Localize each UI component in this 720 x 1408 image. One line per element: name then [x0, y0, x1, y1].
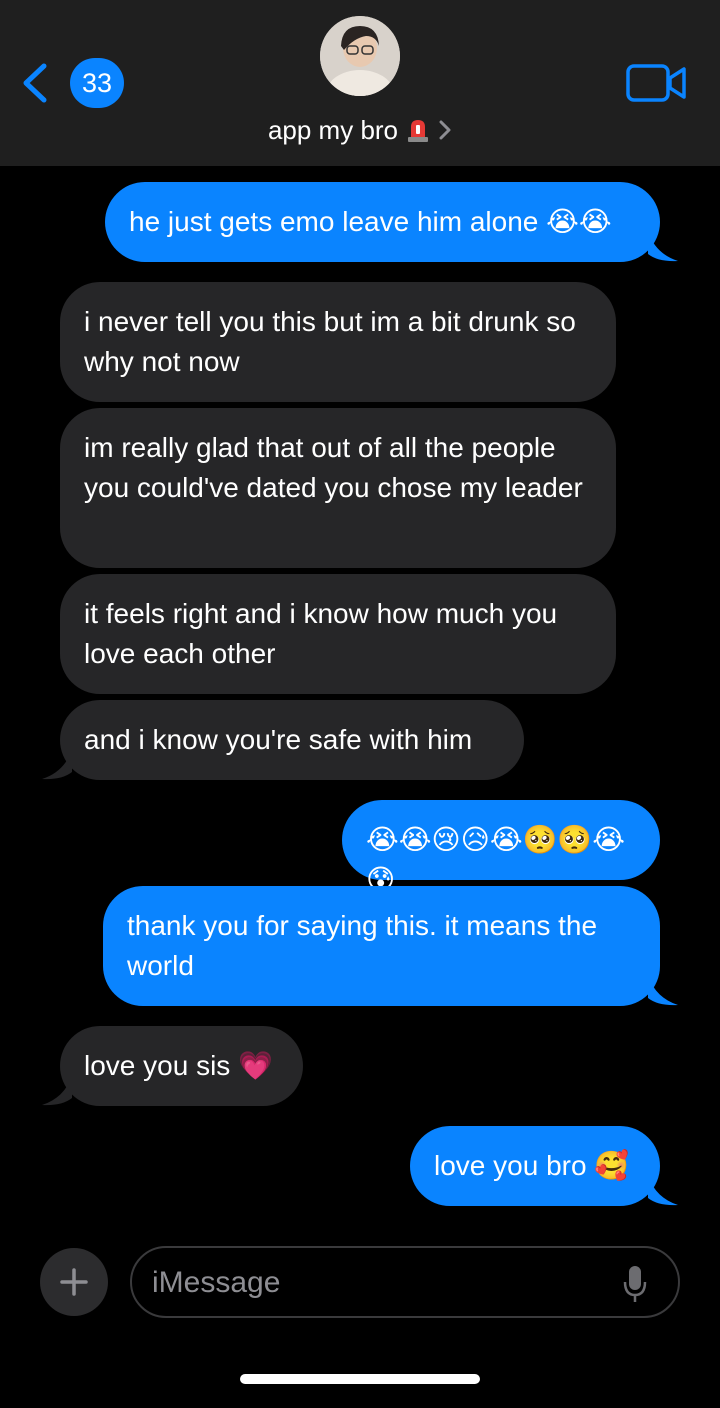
message-bubble-received[interactable]: love you sis 💗	[60, 1026, 303, 1106]
message-bubble-sent[interactable]: love you bro 🥰	[410, 1126, 660, 1206]
message-input[interactable]: iMessage	[130, 1246, 680, 1318]
bubble-tail	[648, 1176, 678, 1206]
chevron-right-icon	[439, 120, 451, 140]
contact-avatar[interactable]	[320, 16, 400, 96]
plus-icon	[60, 1268, 88, 1296]
chevron-left-icon	[23, 63, 47, 103]
message-text: 😭😭😢😥😭🥺🥺😭😰	[366, 824, 625, 895]
message-bubble-sent[interactable]: thank you for saying this. it means the …	[103, 886, 660, 1006]
home-indicator[interactable]	[240, 1374, 480, 1384]
message-bubble-sent[interactable]: 😭😭😢😥😭🥺🥺😭😰	[342, 800, 660, 895]
avatar-photo	[320, 16, 400, 96]
contact-name-button[interactable]: app my bro	[0, 110, 720, 150]
microphone-icon[interactable]	[622, 1264, 648, 1304]
message-bubble-received[interactable]: and i know you're safe with him	[60, 700, 524, 780]
message-text: he just gets emo leave him alone 😭😭	[129, 206, 612, 237]
siren-icon	[408, 120, 429, 142]
bubble-tail	[42, 1076, 72, 1106]
video-call-icon[interactable]	[626, 64, 688, 102]
message-text: and i know you're safe with him	[84, 724, 473, 755]
message-text: i never tell you this but im a bit drunk…	[84, 306, 576, 377]
message-text: im really glad that out of all the peopl…	[84, 432, 583, 503]
back-button[interactable]: 33	[20, 58, 124, 108]
message-bubble-sent[interactable]: he just gets emo leave him alone 😭😭	[105, 182, 660, 262]
message-bubble-received[interactable]: it feels right and i know how much you l…	[60, 574, 616, 694]
message-text: love you sis 💗	[84, 1050, 273, 1081]
message-input-placeholder: iMessage	[152, 1266, 281, 1299]
bubble-tail	[42, 750, 72, 780]
bubble-tail	[648, 976, 678, 1006]
message-text: love you bro 🥰	[434, 1150, 630, 1181]
conversation-header: 33 app my bro	[0, 0, 720, 166]
message-bubble-received[interactable]: im really glad that out of all the peopl…	[60, 408, 616, 568]
message-bubble-received[interactable]: i never tell you this but im a bit drunk…	[60, 282, 616, 402]
message-text: it feels right and i know how much you l…	[84, 598, 558, 669]
message-text: thank you for saying this. it means the …	[127, 910, 598, 981]
bubble-tail	[648, 232, 678, 262]
contact-name: app my bro	[267, 114, 399, 145]
messages-screen: 33 app my bro he just gets emo leave him…	[0, 0, 720, 1408]
apps-plus-button[interactable]	[40, 1248, 108, 1316]
unread-count-badge: 33	[70, 58, 124, 108]
